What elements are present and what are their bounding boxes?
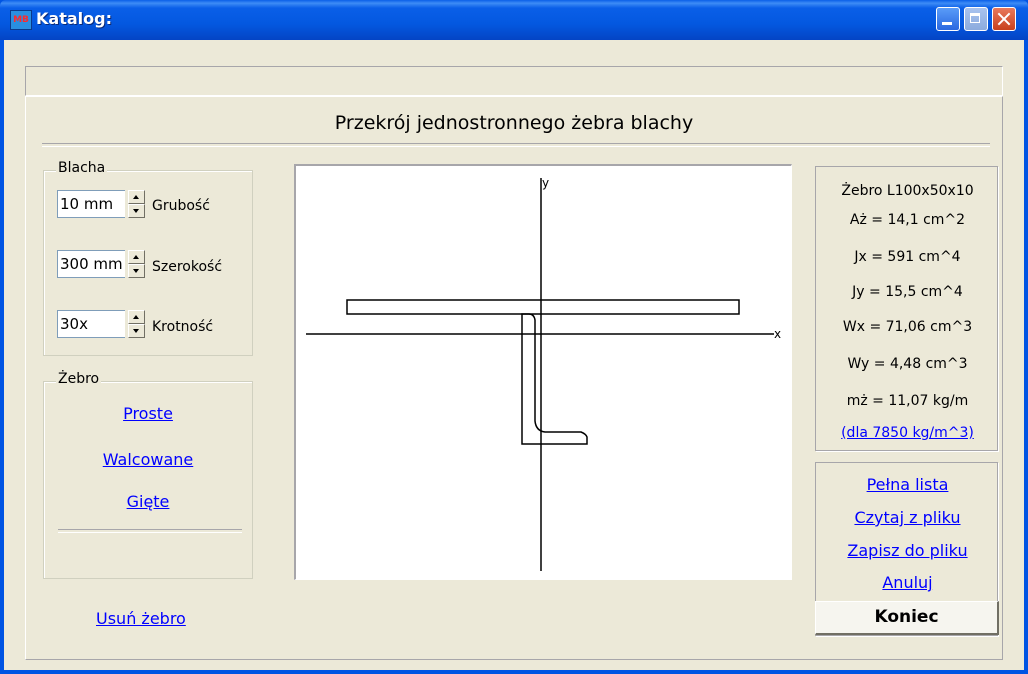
- property-mass: mż = 11,07 kg/m: [846, 393, 969, 409]
- x-axis-label: x: [774, 327, 781, 341]
- rib-type-bent-link[interactable]: Gięte: [43, 492, 253, 511]
- multiplicity-input[interactable]: 30x: [57, 310, 125, 338]
- title-bar[interactable]: MB Katalog:: [0, 0, 1028, 40]
- blacha-group-title: Blacha: [56, 160, 108, 176]
- cancel-link[interactable]: Anuluj: [816, 573, 999, 592]
- width-spinner[interactable]: [128, 250, 145, 278]
- thickness-label: Grubość: [152, 198, 210, 214]
- spin-up-icon[interactable]: [128, 190, 145, 204]
- section-drawing-svg: y x: [306, 176, 781, 571]
- property-wx: Wx = 71,06 cm^3: [842, 319, 973, 335]
- page-title: Przekrój jednostronnego żebra blachy: [334, 112, 694, 134]
- width-input[interactable]: 300 mm: [57, 250, 125, 278]
- property-jy: Jy = 15,5 cm^4: [852, 284, 963, 300]
- rib-type-straight-link[interactable]: Proste: [43, 404, 253, 423]
- app-icon: MB: [10, 10, 32, 30]
- width-label: Szerokość: [152, 259, 223, 275]
- spin-up-icon[interactable]: [128, 250, 145, 264]
- multiplicity-spinner[interactable]: [128, 310, 145, 338]
- spin-down-icon[interactable]: [128, 204, 145, 218]
- y-axis-label: y: [542, 176, 549, 190]
- heading-divider: [42, 143, 990, 147]
- density-link[interactable]: (dla 7850 kg/m^3): [816, 425, 999, 441]
- spin-down-icon[interactable]: [128, 324, 145, 338]
- top-strip: [25, 66, 1003, 96]
- properties-panel: Żebro L100x50x10 Aż = 14,1 cm^2 Jx = 591…: [815, 166, 998, 451]
- plate-shape: [346, 299, 740, 315]
- zebro-group-title: Żebro: [56, 371, 102, 387]
- remove-rib-link[interactable]: Usuń żebro: [96, 609, 186, 628]
- window-border-right: [1024, 40, 1028, 674]
- full-list-link[interactable]: Pełna lista: [816, 475, 999, 494]
- close-button[interactable]: [992, 7, 1016, 31]
- zebro-divider: [58, 529, 242, 533]
- property-area: Aż = 14,1 cm^2: [849, 212, 966, 228]
- spin-down-icon[interactable]: [128, 264, 145, 278]
- property-profile: Żebro L100x50x10: [841, 183, 974, 199]
- minimize-button[interactable]: [936, 7, 960, 31]
- end-button[interactable]: Koniec: [815, 601, 999, 635]
- read-from-file-link[interactable]: Czytaj z pliku: [816, 508, 999, 527]
- property-wy: Wy = 4,48 cm^3: [847, 356, 968, 372]
- property-jx: Jx = 591 cm^4: [854, 249, 961, 265]
- rib-type-rolled-link[interactable]: Walcowane: [43, 450, 253, 469]
- thickness-spinner[interactable]: [128, 190, 145, 218]
- window-title: Katalog:: [36, 9, 112, 28]
- section-drawing: y x: [294, 164, 792, 580]
- maximize-button[interactable]: [964, 7, 988, 31]
- spin-up-icon[interactable]: [128, 310, 145, 324]
- thickness-input[interactable]: 10 mm: [57, 190, 125, 218]
- save-to-file-link[interactable]: Zapisz do pliku: [816, 541, 999, 560]
- multiplicity-label: Krotność: [152, 319, 214, 335]
